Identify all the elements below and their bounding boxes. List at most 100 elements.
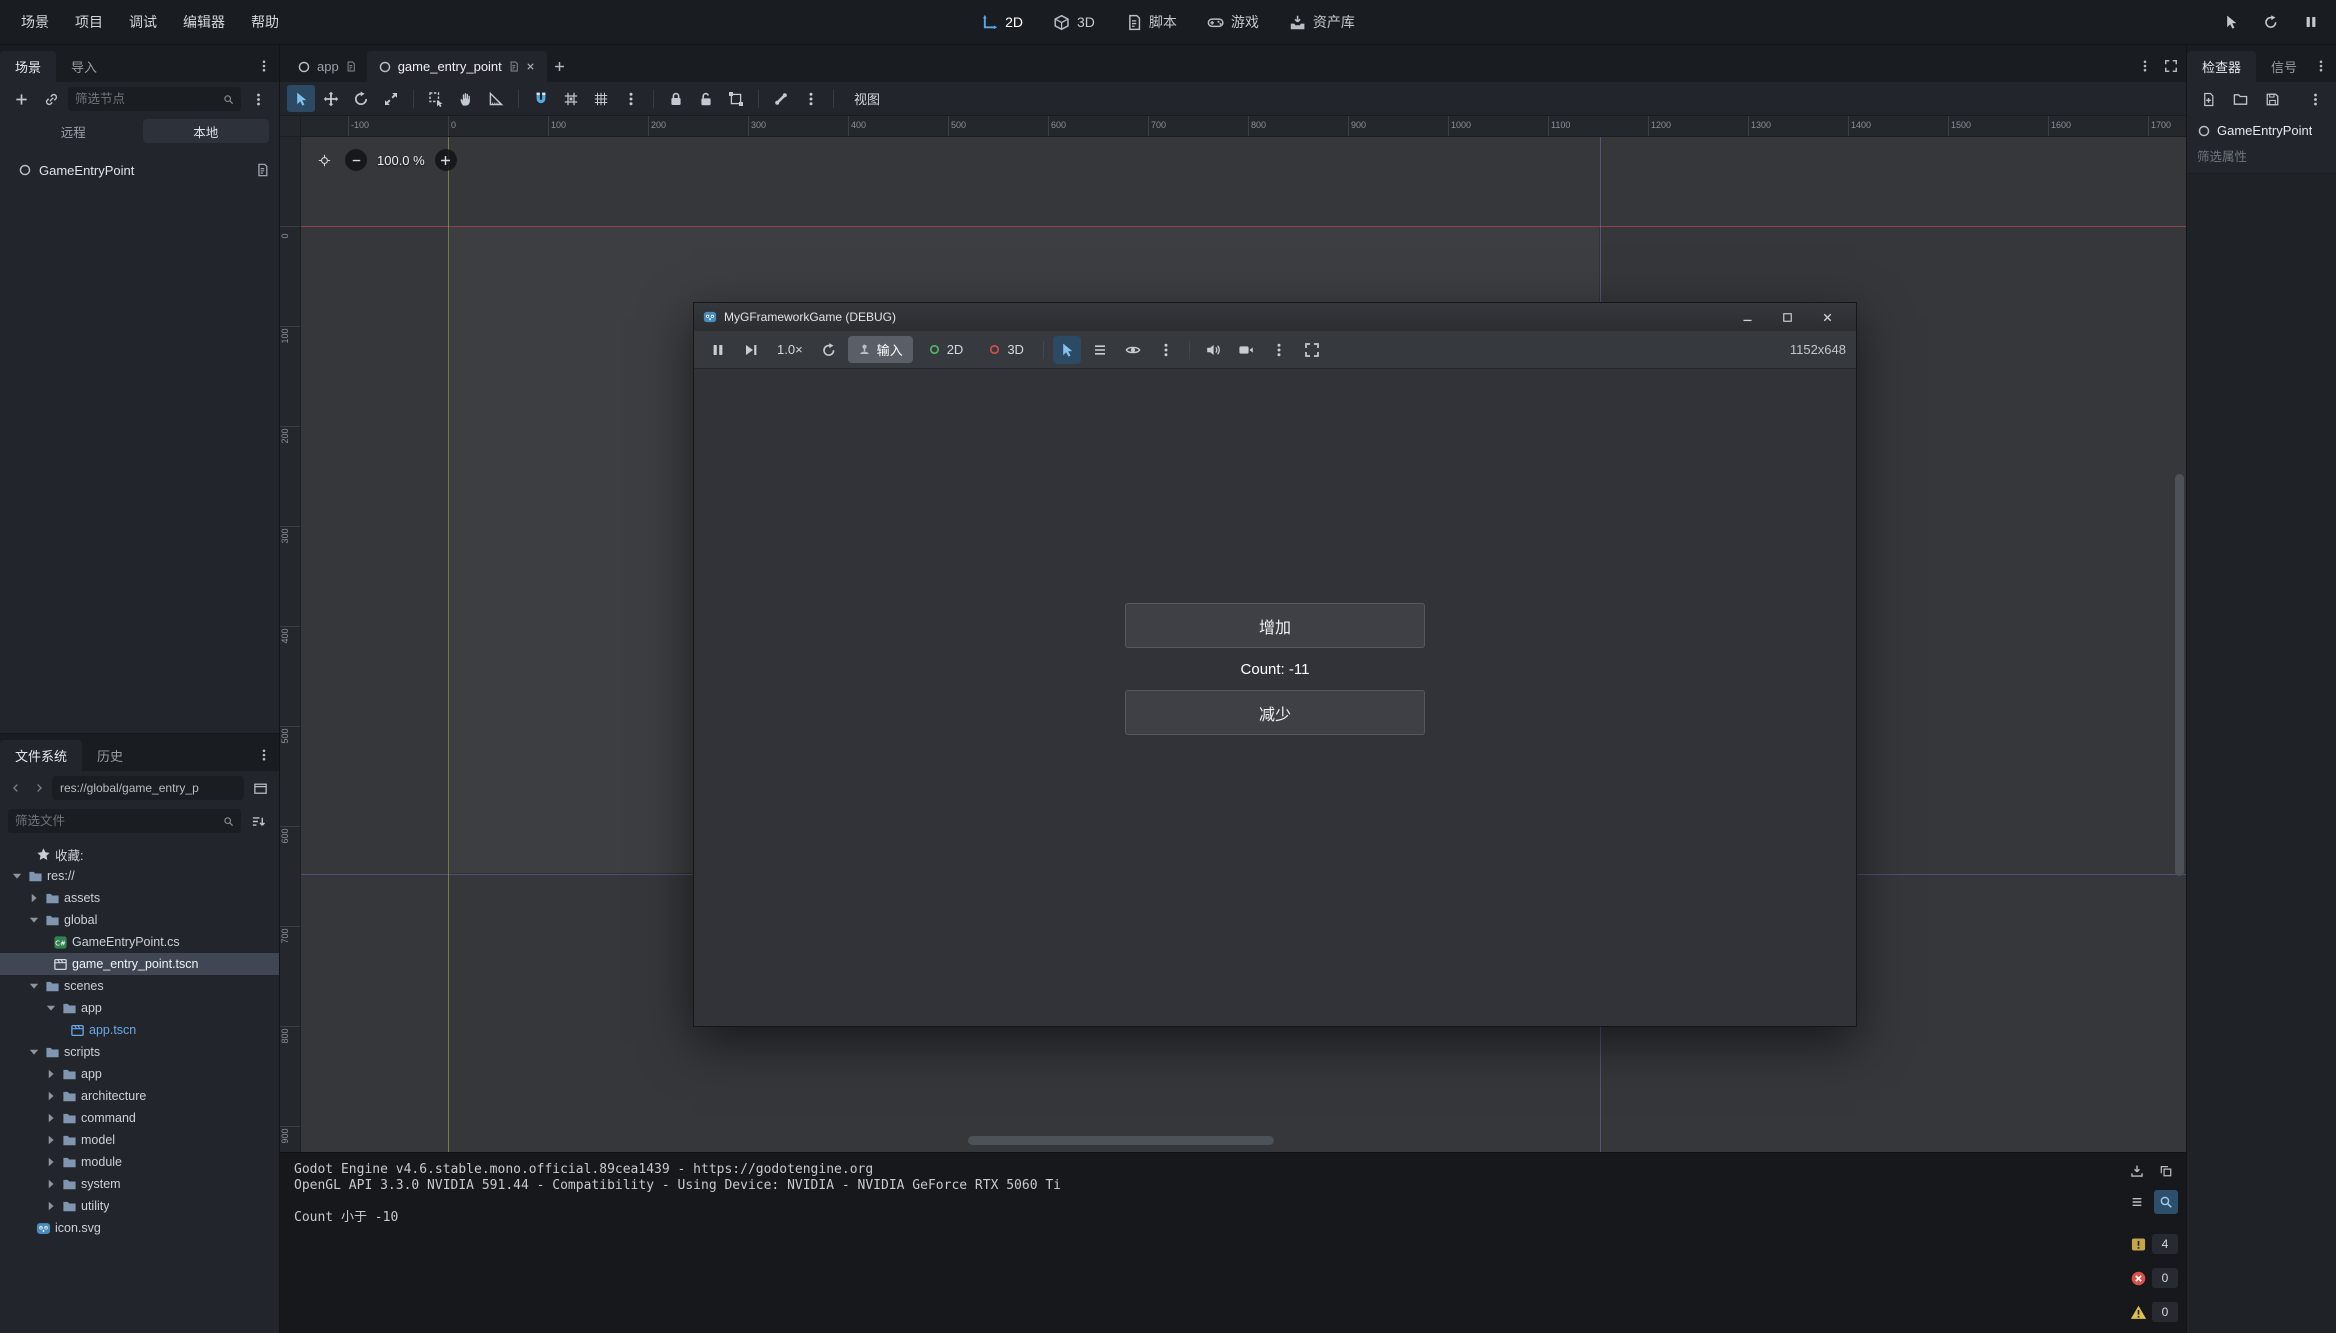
fs-tree-item[interactable]: scripts <box>0 1041 279 1063</box>
save-resource-button[interactable] <box>2259 86 2285 112</box>
fs-tree-item[interactable]: model <box>0 1129 279 1151</box>
zoom-out-button[interactable] <box>345 149 367 171</box>
unlock-tool-button[interactable] <box>692 85 720 112</box>
pause-icon-button[interactable] <box>2300 11 2322 33</box>
fs-tree-item[interactable]: 收藏: <box>0 843 279 865</box>
fs-tree-item[interactable]: icon.svg <box>0 1217 279 1239</box>
inspector-menu-icon[interactable] <box>2302 86 2328 112</box>
tree-arrow-right-icon[interactable] <box>27 891 41 905</box>
input-mode-toggle[interactable]: 输入 <box>848 336 913 363</box>
menubar-menu[interactable]: 帮助 <box>238 0 292 44</box>
search-output-button[interactable] <box>2154 1190 2178 1214</box>
menubar-menu[interactable]: 场景 <box>8 0 62 44</box>
close-tab-icon[interactable] <box>525 61 536 72</box>
camera-override-button[interactable] <box>1232 336 1260 364</box>
tree-arrow-down-icon[interactable] <box>27 913 41 927</box>
tab-signals[interactable]: 信号 <box>2256 51 2312 82</box>
grid-tool-button[interactable] <box>587 85 615 112</box>
tree-arrow-right-icon[interactable] <box>44 1089 58 1103</box>
tree-arrow-right-icon[interactable] <box>44 1177 58 1191</box>
select-mode-button[interactable] <box>1053 336 1081 364</box>
next-frame-button[interactable] <box>737 336 765 364</box>
script-icon[interactable] <box>255 163 269 177</box>
zoom-in-button[interactable] <box>435 149 457 171</box>
fs-tree-item[interactable]: app.tscn <box>0 1019 279 1041</box>
fs-tree-item[interactable]: game_entry_point.tscn <box>0 953 279 975</box>
decrease-button[interactable]: 减少 <box>1125 690 1425 735</box>
cursor-icon-button[interactable] <box>2220 11 2242 33</box>
tree-arrow-down-icon[interactable] <box>44 1001 58 1015</box>
workspace-tab-脚本[interactable]: 脚本 <box>1115 7 1187 37</box>
node-list-button[interactable] <box>1086 336 1114 364</box>
fs-tree-item[interactable]: global <box>0 909 279 931</box>
center-view-icon[interactable] <box>313 149 335 171</box>
new-scene-tab-button[interactable] <box>547 53 573 79</box>
scene-tree-menu-button[interactable] <box>245 86 271 112</box>
minimize-button[interactable] <box>1727 303 1767 331</box>
dots-tool-button[interactable] <box>797 85 825 112</box>
tree-arrow-right-icon[interactable] <box>44 1199 58 1213</box>
menubar-menu[interactable]: 编辑器 <box>170 0 238 44</box>
hand-tool-button[interactable] <box>452 85 480 112</box>
history-forward-button[interactable] <box>29 777 49 799</box>
new-resource-button[interactable] <box>2195 86 2221 112</box>
mute-audio-button[interactable] <box>1199 336 1227 364</box>
tree-arrow-right-icon[interactable] <box>44 1155 58 1169</box>
game-window[interactable]: MyGFrameworkGame (DEBUG) 1.0× 输入 2D 3D <box>693 302 1857 1027</box>
fs-tree-item[interactable]: module <box>0 1151 279 1173</box>
copy-output-button[interactable] <box>2154 1159 2178 1183</box>
lock-tool-button[interactable] <box>662 85 690 112</box>
output-counter-error[interactable]: 0 <box>2130 1268 2178 1288</box>
fs-tree-item[interactable]: scenes <box>0 975 279 997</box>
tree-arrow-right-icon[interactable] <box>44 1111 58 1125</box>
add-node-button[interactable] <box>8 86 34 112</box>
tree-arrow-down-icon[interactable] <box>27 1045 41 1059</box>
speed-multiplier[interactable]: 1.0× <box>770 342 810 357</box>
mode-2d-toggle[interactable]: 2D <box>918 336 974 363</box>
game-window-titlebar[interactable]: MyGFrameworkGame (DEBUG) <box>694 303 1856 331</box>
camera-options-icon[interactable] <box>1265 336 1293 364</box>
move-tool-button[interactable] <box>317 85 345 112</box>
cursor-tool-button[interactable] <box>287 85 315 112</box>
scene-tabs-menu-icon[interactable] <box>2134 55 2156 77</box>
workspace-tab-游戏[interactable]: 游戏 <box>1197 7 1269 37</box>
zoom-level[interactable]: 100.0 % <box>377 153 425 168</box>
visibility-button[interactable] <box>1119 336 1147 364</box>
fs-tree-item[interactable]: C#GameEntryPoint.cs <box>0 931 279 953</box>
rotate-tool-button[interactable] <box>347 85 375 112</box>
dock-menu-icon[interactable] <box>2310 55 2332 77</box>
inspected-object[interactable]: GameEntryPoint <box>2187 116 2336 141</box>
fs-tree-item[interactable]: architecture <box>0 1085 279 1107</box>
fs-tree-item[interactable]: utility <box>0 1195 279 1217</box>
scene-tab-app[interactable]: app <box>286 51 367 82</box>
scene-node-row[interactable]: GameEntryPoint <box>0 158 279 182</box>
dock-menu-icon[interactable] <box>253 744 275 766</box>
tree-arrow-right-icon[interactable] <box>44 1133 58 1147</box>
filter-properties-input[interactable] <box>2197 150 2326 164</box>
bone-tool-button[interactable] <box>767 85 795 112</box>
tree-arrow-down-icon[interactable] <box>27 979 41 993</box>
output-counter-message[interactable]: 4 <box>2130 1234 2178 1254</box>
vertical-scrollbar[interactable] <box>2175 474 2184 876</box>
horizontal-scrollbar[interactable] <box>968 1136 1274 1145</box>
scene-tab-game_entry_point[interactable]: game_entry_point <box>367 51 547 82</box>
dots-tool-button[interactable] <box>617 85 645 112</box>
tree-arrow-down-icon[interactable] <box>10 869 24 883</box>
pxsnap-tool-button[interactable] <box>557 85 585 112</box>
fs-tree-item[interactable]: res:// <box>0 865 279 887</box>
file-sort-button[interactable] <box>245 808 271 834</box>
workspace-tab-资产库[interactable]: 资产库 <box>1279 7 1365 37</box>
group-tool-button[interactable] <box>722 85 750 112</box>
embed-fullscreen-button[interactable] <box>1298 336 1326 364</box>
tab-history[interactable]: 历史 <box>82 740 138 771</box>
select-options-icon[interactable] <box>1152 336 1180 364</box>
ruler-tool-button[interactable] <box>482 85 510 112</box>
reset-speed-button[interactable] <box>815 336 843 364</box>
increase-button[interactable]: 增加 <box>1125 603 1425 648</box>
load-resource-button[interactable] <box>2227 86 2253 112</box>
boxsel-tool-button[interactable] <box>422 85 450 112</box>
fs-tree-item[interactable]: app <box>0 997 279 1019</box>
output-counter-warning[interactable]: 0 <box>2130 1302 2178 1322</box>
tree-arrow-right-icon[interactable] <box>44 1067 58 1081</box>
view-menu-button[interactable]: 视图 <box>842 86 892 112</box>
